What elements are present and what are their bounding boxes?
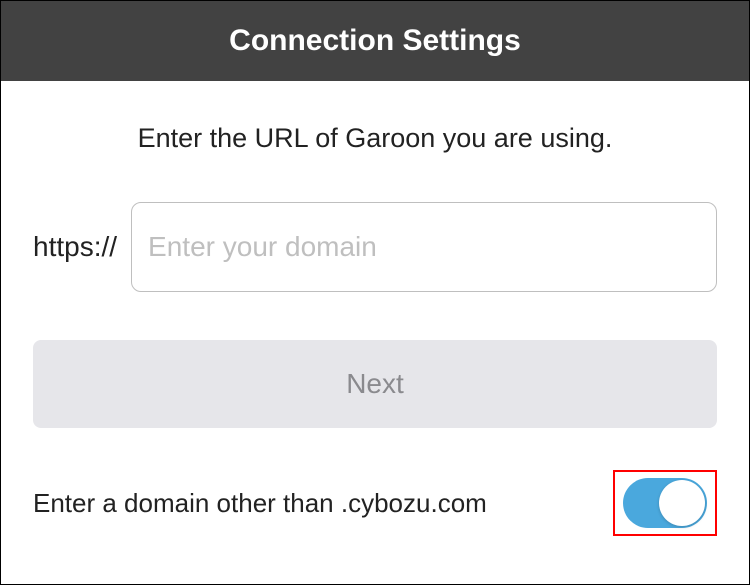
content-area: Enter the URL of Garoon you are using. h… bbox=[1, 123, 749, 536]
toggle-label: Enter a domain other than .cybozu.com bbox=[33, 488, 487, 519]
page-header: Connection Settings bbox=[1, 1, 749, 81]
instruction-text: Enter the URL of Garoon you are using. bbox=[33, 123, 717, 154]
toggle-row: Enter a domain other than .cybozu.com bbox=[33, 470, 717, 536]
domain-input[interactable] bbox=[131, 202, 717, 292]
protocol-label: https:// bbox=[33, 231, 117, 263]
url-input-row: https:// bbox=[33, 202, 717, 292]
page-title: Connection Settings bbox=[229, 24, 521, 57]
next-button[interactable]: Next bbox=[33, 340, 717, 428]
toggle-knob bbox=[659, 480, 705, 526]
toggle-highlight-box bbox=[613, 470, 717, 536]
other-domain-toggle[interactable] bbox=[623, 478, 707, 528]
